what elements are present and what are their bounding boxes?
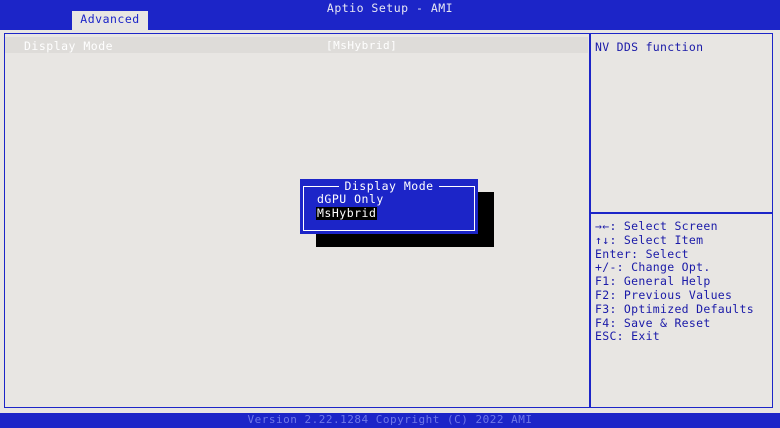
hint-general-help: F1: General Help [595,274,711,289]
tab-advanced[interactable]: Advanced [72,11,148,30]
popup-title: Display Mode [300,179,478,193]
hint-select-item: ↑↓: Select Item [595,232,704,247]
hint-exit: ESC: Exit [595,329,661,344]
panel-divider [589,33,591,408]
setting-label-display-mode: Display Mode [24,39,114,53]
key-hints: →←: Select Screen ↑↓: Select Item Enter:… [595,219,754,344]
hint-save-reset: F4: Save & Reset [595,315,711,330]
display-mode-popup: Display Mode dGPU Only MsHybrid [300,179,478,234]
hint-enter: Enter: Select [595,246,689,261]
hint-optimized-defaults: F3: Optimized Defaults [595,301,754,316]
help-divider [590,212,773,214]
popup-option-mshybrid[interactable]: MsHybrid [316,207,378,220]
hint-change-opt: +/-: Change Opt. [595,260,711,275]
popup-title-text: Display Mode [339,179,439,193]
popup-option-dgpu-only[interactable]: dGPU Only [316,193,385,206]
hint-previous-values: F2: Previous Values [595,287,733,302]
setting-value-display-mode[interactable]: [MsHybrid] [326,39,397,52]
header-bar: Aptio Setup - AMI Advanced [0,0,780,30]
help-description: NV DDS function [595,40,704,54]
footer-version: Version 2.22.1284 Copyright (C) 2022 AMI [0,413,780,428]
hint-select-screen: →←: Select Screen [595,219,718,233]
